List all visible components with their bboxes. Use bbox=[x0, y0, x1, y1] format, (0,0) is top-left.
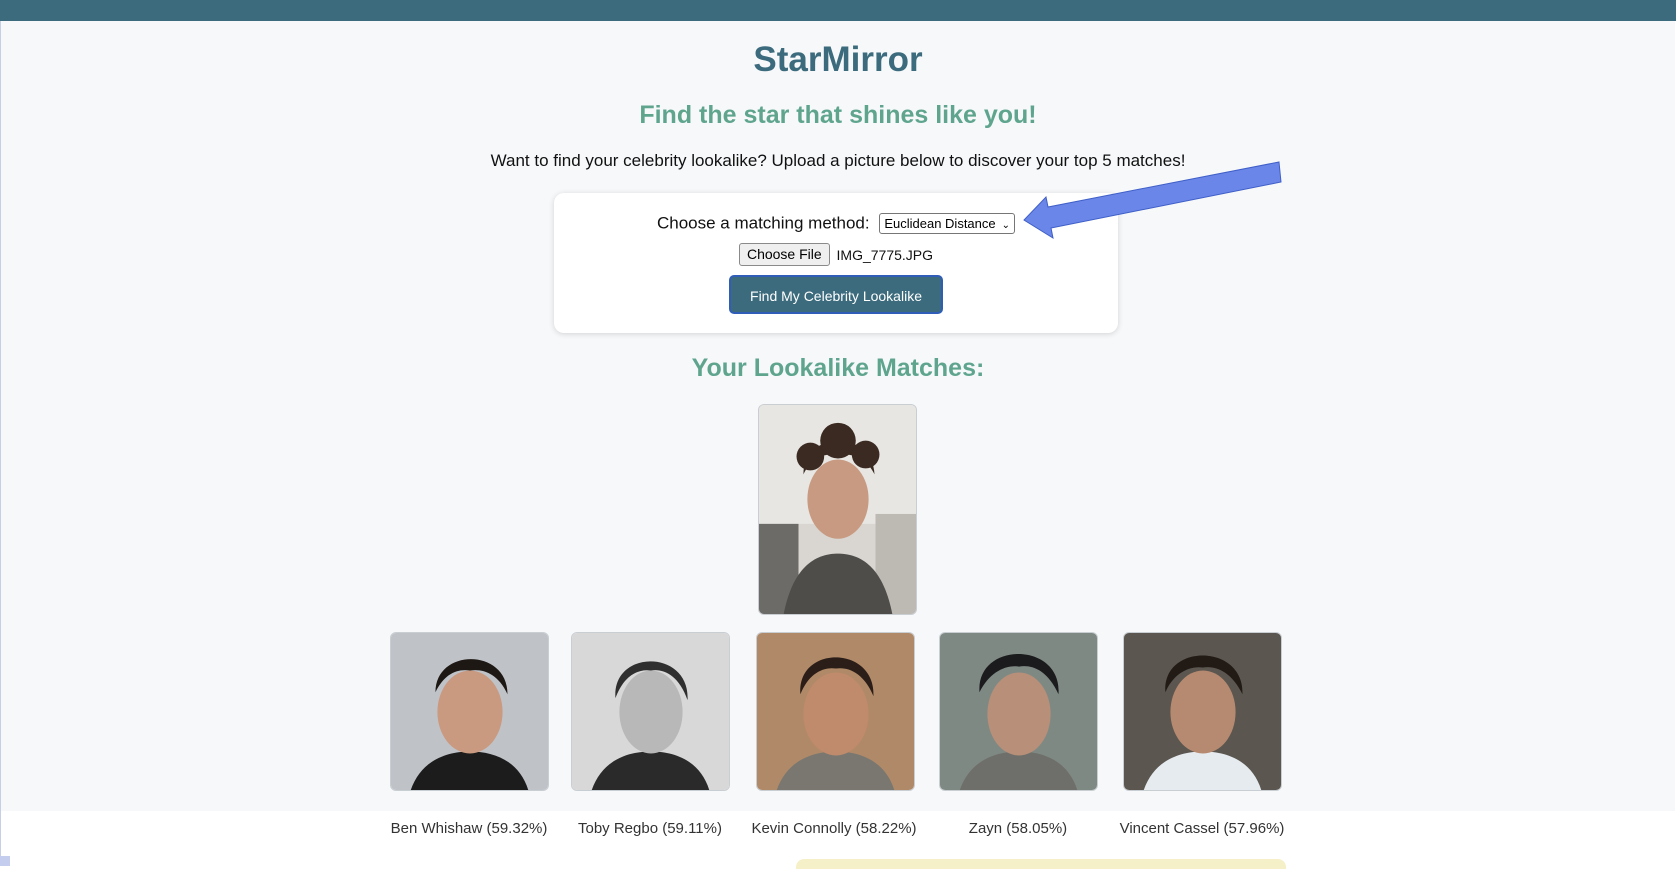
top-bar bbox=[0, 0, 1676, 21]
chevron-down-icon: ⌄ bbox=[1001, 220, 1011, 232]
choose-file-button[interactable]: Choose File bbox=[738, 243, 830, 266]
method-row: Choose a matching method: Euclidean Dist… bbox=[554, 213, 1118, 235]
match-photo-toby-regbo bbox=[571, 632, 730, 791]
match-label: Vincent Cassel (57.96%) bbox=[1119, 820, 1285, 837]
upload-card: Choose a matching method: Euclidean Dist… bbox=[554, 193, 1118, 333]
match-photo-ben-whishaw bbox=[390, 632, 549, 791]
selected-file-name: IMG_7775.JPG bbox=[836, 246, 934, 263]
results-title: Your Lookalike Matches: bbox=[691, 354, 985, 382]
match-photo-vincent-cassel bbox=[1123, 632, 1282, 791]
uploaded-photo bbox=[758, 404, 917, 615]
matching-method-select[interactable]: Euclidean Distance ⌄ bbox=[879, 213, 1016, 235]
matching-method-value: Euclidean Distance bbox=[884, 216, 996, 232]
match-photo-kevin-connolly bbox=[756, 632, 915, 791]
method-label: Choose a matching method: bbox=[656, 213, 870, 233]
background-strip bbox=[0, 856, 10, 866]
background-strip bbox=[796, 859, 1286, 869]
app-title: StarMirror bbox=[753, 40, 923, 79]
tagline: Find the star that shines like you! bbox=[639, 101, 1037, 129]
match-photo-zayn bbox=[939, 632, 1098, 791]
intro-text: Want to find your celebrity lookalike? U… bbox=[490, 151, 1186, 170]
file-row: Choose File IMG_7775.JPG bbox=[554, 243, 1118, 266]
find-lookalike-button[interactable]: Find My Celebrity Lookalike bbox=[729, 275, 943, 314]
